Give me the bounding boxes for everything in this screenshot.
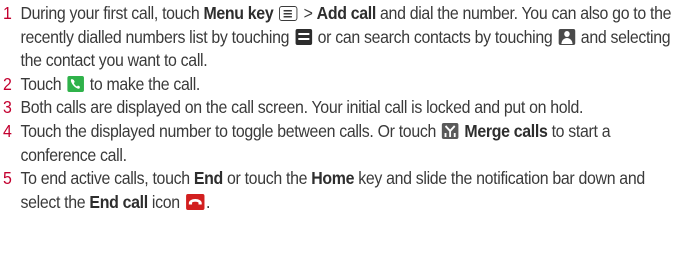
step-2: 2 Touch to make the call.	[3, 73, 688, 97]
step-3: 3 Both calls are displayed on the call s…	[3, 96, 688, 120]
home-label: Home	[311, 168, 355, 189]
contacts-icon	[558, 28, 575, 45]
step-text: To end active calls, touch End or touch …	[20, 167, 688, 214]
merge-calls-icon	[441, 122, 459, 139]
text-fragment: .	[205, 191, 211, 212]
end-call-icon	[185, 193, 205, 210]
step-number: 4	[3, 120, 12, 141]
step-text: Touch the displayed number to toggle bet…	[20, 120, 688, 167]
text-fragment: icon	[147, 191, 184, 212]
end-label: End	[193, 168, 223, 189]
instruction-list: 1 During your first call, touch Menu key…	[0, 0, 696, 276]
text-fragment: Touch	[20, 73, 66, 94]
step-number: 3	[3, 97, 12, 118]
merge-calls-label: Merge calls	[464, 120, 548, 141]
text-fragment: to make the call.	[85, 73, 201, 94]
step-number: 2	[3, 73, 12, 94]
add-call-label: Add call	[316, 3, 377, 23]
step-text: Both calls are displayed on the call scr…	[20, 97, 584, 118]
text-fragment: Touch the displayed number to toggle bet…	[20, 120, 441, 141]
text-fragment: To end active calls, touch	[20, 168, 194, 189]
step-text: Touch to make the call.	[20, 73, 688, 97]
step-5: 5 To end active calls, touch End or touc…	[3, 167, 688, 214]
text-fragment: or touch the	[222, 168, 312, 189]
menu-key-label: Menu key	[203, 3, 274, 23]
recent-calls-icon	[295, 28, 312, 45]
step-text: During your first call, touch Menu key >…	[20, 2, 688, 73]
text-fragment: >	[299, 3, 317, 23]
step-1: 1 During your first call, touch Menu key…	[3, 2, 688, 73]
end-call-label: End call	[89, 191, 148, 212]
text-fragment: During your first call, touch	[20, 3, 204, 23]
menu-key-icon	[279, 6, 298, 21]
call-phone-icon	[67, 75, 84, 92]
step-4: 4 Touch the displayed number to toggle b…	[3, 120, 688, 167]
text-fragment: or can search contacts by touching	[313, 26, 557, 47]
step-number: 5	[3, 168, 12, 189]
step-number: 1	[3, 3, 12, 23]
